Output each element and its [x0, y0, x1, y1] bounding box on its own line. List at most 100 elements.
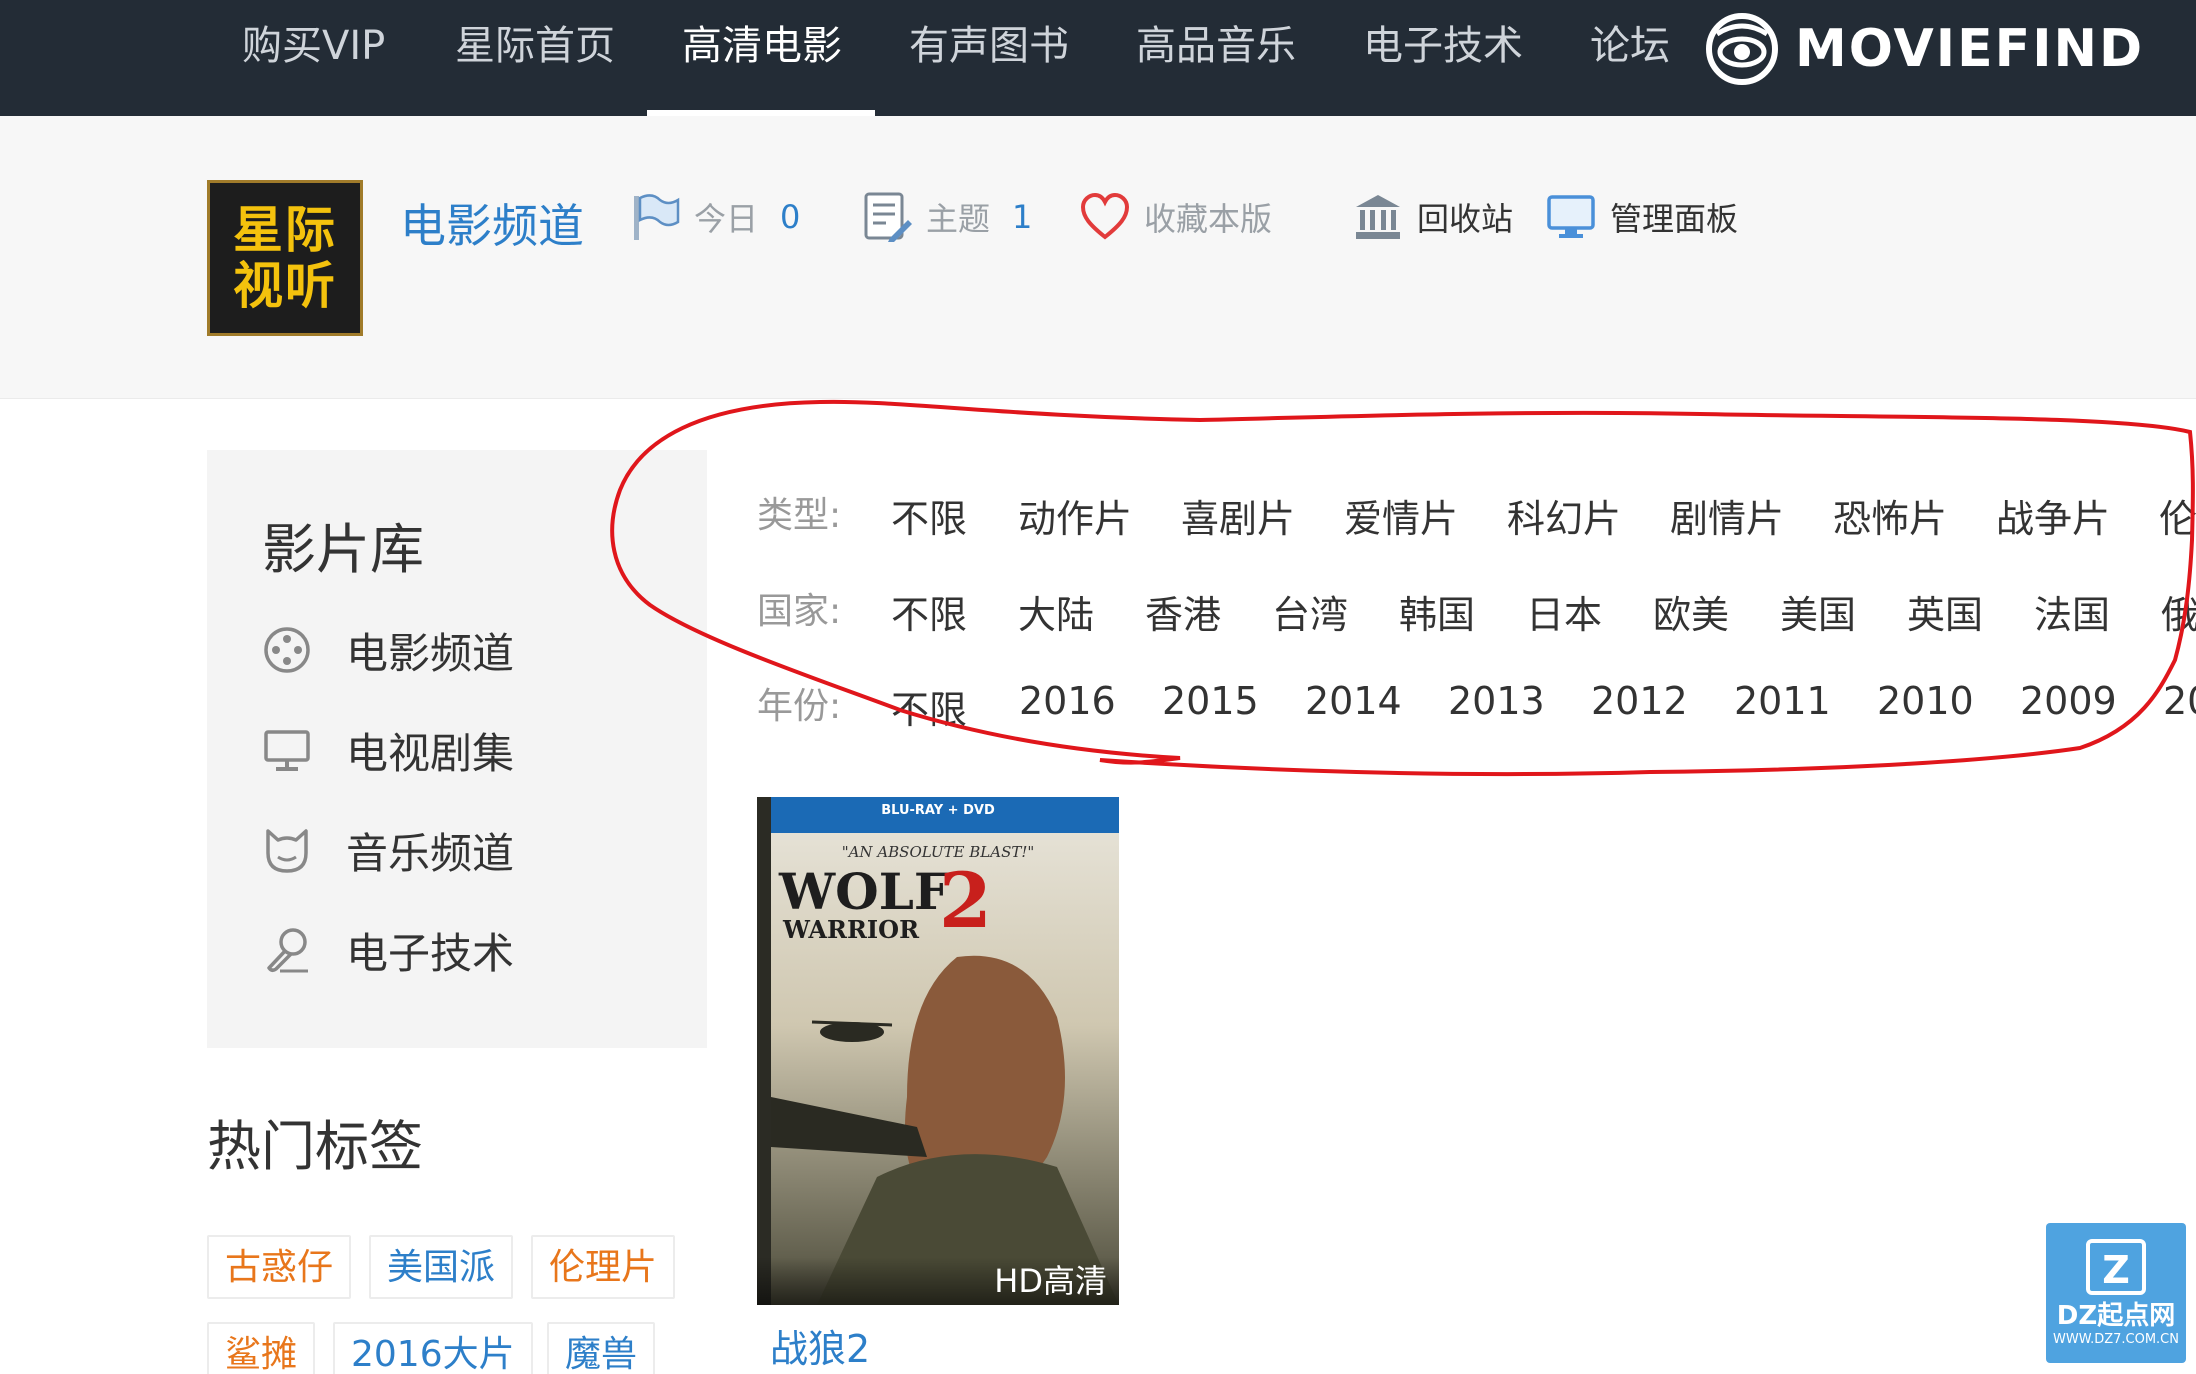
filter-year-option[interactable]: 2015: [1162, 679, 1259, 723]
filter-country-option[interactable]: 大陆: [1018, 584, 1094, 639]
nav-forum[interactable]: 论坛: [1590, 0, 1670, 116]
sidebar-item-label: 电影频道: [346, 628, 515, 678]
filter-country-option[interactable]: 俄: [2161, 584, 2196, 639]
hot-tag[interactable]: 2016大片: [333, 1322, 533, 1374]
sidebar-item-electronics[interactable]: 电子技术: [262, 920, 514, 980]
favorite-button[interactable]: 收藏本版: [1080, 192, 1272, 242]
cat-face-icon: [266, 829, 308, 873]
hot-tag[interactable]: 美国派: [369, 1235, 514, 1299]
sidebar-item-tv-series[interactable]: 电视剧集: [262, 720, 514, 780]
recycle-bin-label: 回收站: [1417, 200, 1514, 238]
movie-title-link[interactable]: 战狼2: [770, 1318, 870, 1373]
admin-panel-link[interactable]: 管理面板: [1546, 192, 1738, 242]
sidebar-item-movies[interactable]: 电影频道: [262, 620, 514, 680]
filter-year-option[interactable]: 2014: [1305, 679, 1402, 723]
heart-icon: [1080, 192, 1130, 240]
brand-eye-icon: [1706, 13, 1778, 85]
sidebar-item-music[interactable]: 音乐频道: [262, 820, 514, 880]
microphone-icon: [267, 928, 308, 973]
filter-country-option[interactable]: 台湾: [1272, 584, 1348, 639]
brand-logo[interactable]: MOVIEFIND: [1705, 4, 2144, 94]
filter-type-option[interactable]: 不限: [891, 488, 967, 543]
poster-title-number: 2: [939, 856, 992, 945]
flag-icon: [634, 194, 680, 240]
filter-country-option[interactable]: 英国: [1907, 584, 1983, 639]
filter-year-option[interactable]: 2016: [1019, 679, 1116, 723]
filter-country-option[interactable]: 韩国: [1399, 584, 1475, 639]
top-navigation: 购买VIP 星际首页 高清电影 有声图书 高品音乐 电子技术 论坛 MOVIEF…: [0, 0, 2196, 116]
watermark-url: WWW.DZ7.COM.CN: [2053, 1332, 2179, 1347]
filter-year-option[interactable]: 20: [2163, 679, 2196, 723]
today-label: 今日: [694, 200, 759, 238]
recycle-bin-link[interactable]: 回收站: [1353, 192, 1513, 242]
hot-tag[interactable]: 魔兽: [547, 1322, 656, 1374]
sidebar-item-label: 音乐频道: [346, 828, 515, 878]
poster-quote: "AN ABSOLUTE BLAST!": [841, 843, 1035, 861]
sidebar-item-label: 电子技术: [346, 928, 515, 978]
filter-country-option[interactable]: 不限: [891, 584, 967, 639]
filter-year-option[interactable]: 2009: [2020, 679, 2117, 723]
filter-country-option[interactable]: 日本: [1526, 584, 1602, 639]
filter-label-year: 年份:: [757, 686, 842, 727]
nav-audio-books[interactable]: 有声图书: [909, 0, 1069, 116]
filter-country-option[interactable]: 美国: [1780, 584, 1856, 639]
filter-year-option[interactable]: 2010: [1877, 679, 1974, 723]
filter-type-option[interactable]: 动作片: [1018, 488, 1132, 543]
filter-year-option[interactable]: 不限: [891, 679, 967, 734]
today-count: 0: [780, 198, 801, 236]
filter-label-country: 国家:: [757, 591, 842, 632]
filter-type-option[interactable]: 战争片: [1996, 488, 2110, 543]
filter-type-option[interactable]: 剧情片: [1670, 488, 1784, 543]
admin-panel-label: 管理面板: [1610, 200, 1739, 238]
hot-tag[interactable]: 古惑仔: [207, 1235, 352, 1299]
brand-name: MOVIEFIND: [1795, 19, 2145, 79]
filter-year-option[interactable]: 2012: [1591, 679, 1688, 723]
filter-label-type: 类型:: [757, 495, 842, 536]
forum-logo: 星际 视听: [207, 180, 363, 336]
filter-type-option[interactable]: 爱情片: [1344, 488, 1458, 543]
poster-title-wolf: WOLF: [779, 862, 950, 921]
poster-top-banner: BLU-RAY + DVD: [881, 803, 995, 818]
nav-music[interactable]: 高品音乐: [1136, 0, 1296, 116]
film-library-panel: 影片库 电影频道 电视剧集 音乐频道 电子技术: [207, 450, 707, 1048]
filter-country-option[interactable]: 香港: [1145, 584, 1221, 639]
topics-stat: 主题 1: [862, 192, 1032, 242]
svg-text:Z: Z: [2102, 1248, 2130, 1292]
nav-electronics[interactable]: 电子技术: [1363, 0, 1523, 116]
movie-poster[interactable]: BLU-RAY + DVD "AN ABSOLUTE BLAST!" WOLF …: [757, 797, 1119, 1305]
filter-type-option[interactable]: 恐怖片: [1833, 488, 1947, 543]
filter-type-option[interactable]: 喜剧片: [1181, 488, 1295, 543]
bank-building-icon: [1356, 195, 1400, 239]
hd-badge: HD高清: [757, 1257, 1119, 1305]
filter-type-option[interactable]: 科幻片: [1507, 488, 1621, 543]
hot-tag[interactable]: 鲨摊: [207, 1322, 316, 1374]
poster-title-warrior: WARRIOR: [783, 915, 920, 944]
forum-logo-line1: 星际: [233, 201, 337, 259]
monitor-icon: [264, 730, 310, 771]
filter-row-type: 类型:: [757, 482, 892, 542]
monitor-icon: [1547, 195, 1595, 238]
filter-year-option[interactable]: 2011: [1734, 679, 1831, 723]
nav-hd-movies[interactable]: 高清电影: [682, 0, 842, 116]
filter-row-country: 国家:: [757, 578, 892, 638]
forum-title[interactable]: 电影频道: [400, 190, 584, 256]
hot-tag[interactable]: 伦理片: [531, 1235, 676, 1299]
filter-country-option[interactable]: 法国: [2034, 584, 2110, 639]
filter-type-option[interactable]: 伦: [2159, 488, 2196, 543]
nav-buy-vip[interactable]: 购买VIP: [242, 0, 385, 116]
hot-tags-title: 热门标签: [207, 1115, 423, 1178]
filter-country-option[interactable]: 欧美: [1653, 584, 1729, 639]
nav-home[interactable]: 星际首页: [455, 0, 615, 116]
film-library-title: 影片库: [262, 518, 424, 581]
today-stat: 今日 0: [630, 192, 800, 242]
dz-logo-icon: Z: [2086, 1239, 2146, 1295]
favorite-label: 收藏本版: [1144, 200, 1273, 238]
watermark-text: DZ起点网: [2056, 1301, 2176, 1331]
sidebar-item-label: 电视剧集: [346, 728, 515, 778]
site-watermark: Z DZ起点网 WWW.DZ7.COM.CN: [2046, 1223, 2186, 1363]
forum-logo-line2: 视听: [233, 257, 337, 315]
document-icon: [864, 192, 912, 242]
film-reel-icon: [264, 627, 310, 673]
topics-count: 1: [1012, 198, 1033, 236]
filter-year-option[interactable]: 2013: [1448, 679, 1545, 723]
